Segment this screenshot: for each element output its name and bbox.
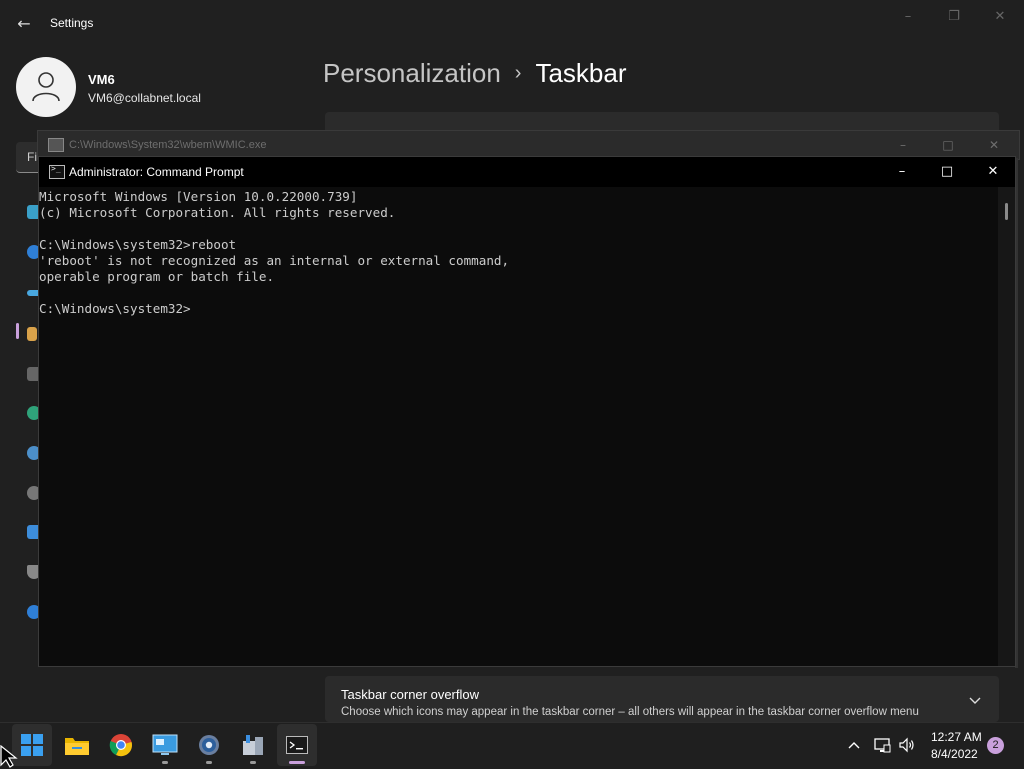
server-manager-icon (243, 735, 263, 755)
clock-date[interactable]: 8/4/2022 (931, 747, 978, 761)
cmd-line: Microsoft Windows [Version 10.0.22000.73… (39, 189, 358, 204)
cmd-line: 'reboot' is not recognized as an interna… (39, 253, 510, 268)
breadcrumb-parent[interactable]: Personalization (323, 58, 501, 88)
running-indicator (206, 761, 212, 764)
avatar[interactable] (16, 57, 76, 117)
terminal-icon (286, 736, 308, 754)
cmd-line: C:\Windows\system32>reboot (39, 237, 237, 252)
running-indicator (162, 761, 168, 764)
remote-desktop-button[interactable] (145, 724, 185, 766)
user-icon (32, 72, 60, 102)
wmic-maximize-button[interactable]: □ (925, 135, 971, 155)
cmd-console-area[interactable]: Microsoft Windows [Version 10.0.22000.73… (39, 187, 999, 666)
cmd-output: Microsoft Windows [Version 10.0.22000.73… (39, 189, 509, 317)
notification-badge[interactable]: 2 (987, 737, 1004, 754)
remote-desktop-icon (152, 734, 178, 755)
cmd-line (39, 285, 509, 301)
wmic-title: C:\Windows\System32\wbem\WMIC.exe (69, 139, 267, 151)
breadcrumb: Personalization › Taskbar (323, 58, 627, 89)
settings-button[interactable] (189, 724, 229, 766)
cmd-scrollbar[interactable] (998, 187, 1015, 666)
settings-title: Settings (50, 16, 94, 30)
settings-icon (199, 735, 219, 755)
back-arrow-icon[interactable]: ← (14, 14, 34, 34)
settings-titlebar: ← Settings – ❐ ✕ (0, 0, 1024, 48)
personalization-nav-icon[interactable] (27, 327, 37, 341)
user-email: VM6@collabnet.local (88, 91, 201, 105)
cmd-minimize-button[interactable]: – (879, 157, 925, 187)
start-icon (21, 734, 43, 756)
cmd-scrollbar-thumb[interactable] (1005, 203, 1008, 220)
volume-icon[interactable] (898, 736, 916, 754)
settings-close-button[interactable]: ✕ (977, 6, 1023, 28)
page-title: Taskbar (535, 58, 627, 88)
cmd-line: operable program or batch file. (39, 269, 275, 284)
chrome-button[interactable] (101, 724, 141, 766)
overflow-title: Taskbar corner overflow (341, 687, 479, 702)
cmd-titlebar[interactable]: Administrator: Command Prompt – □ ✕ (39, 157, 1015, 187)
clock-time[interactable]: 12:27 AM (931, 730, 982, 744)
cmd-app-icon (49, 164, 65, 179)
terminal-button[interactable] (277, 724, 317, 766)
file-explorer-icon (65, 738, 89, 755)
find-setting-placeholder: Fi (27, 150, 37, 164)
taskbar: 12:27 AM 8/4/2022 2 (0, 722, 1024, 769)
cmd-close-button[interactable]: ✕ (970, 157, 1016, 187)
wmic-minimize-button[interactable]: – (880, 135, 926, 155)
chrome-icon (109, 734, 132, 757)
overflow-description: Choose which icons may appear in the tas… (341, 706, 919, 718)
cmd-prompt-line: C:\Windows\system32> (39, 301, 191, 316)
settings-maximize-button[interactable]: ❐ (931, 6, 977, 28)
wmic-app-icon (48, 138, 64, 152)
user-name: VM6 (88, 72, 115, 87)
cmd-title: Administrator: Command Prompt (69, 165, 244, 179)
cmd-line: (c) Microsoft Corporation. All rights re… (39, 205, 396, 220)
file-explorer-button[interactable] (57, 724, 97, 766)
nav-selection-indicator (16, 323, 19, 339)
taskbar-corner-overflow-card[interactable]: Taskbar corner overflow Choose which ico… (325, 676, 999, 722)
cmd-maximize-button[interactable]: □ (924, 157, 970, 187)
mouse-cursor-icon (0, 745, 18, 768)
running-indicator (250, 761, 256, 764)
active-indicator (289, 761, 305, 764)
wmic-close-button[interactable]: ✕ (971, 135, 1017, 155)
command-prompt-window[interactable]: Administrator: Command Prompt – □ ✕ Micr… (38, 156, 1016, 667)
breadcrumb-chevron-icon: › (514, 62, 522, 84)
settings-minimize-button[interactable]: – (885, 6, 931, 28)
network-icon[interactable] (873, 736, 891, 754)
chevron-up-icon[interactable] (847, 739, 861, 751)
chevron-down-icon[interactable] (967, 692, 983, 708)
cmd-line (39, 221, 509, 237)
server-manager-button[interactable] (233, 724, 273, 766)
